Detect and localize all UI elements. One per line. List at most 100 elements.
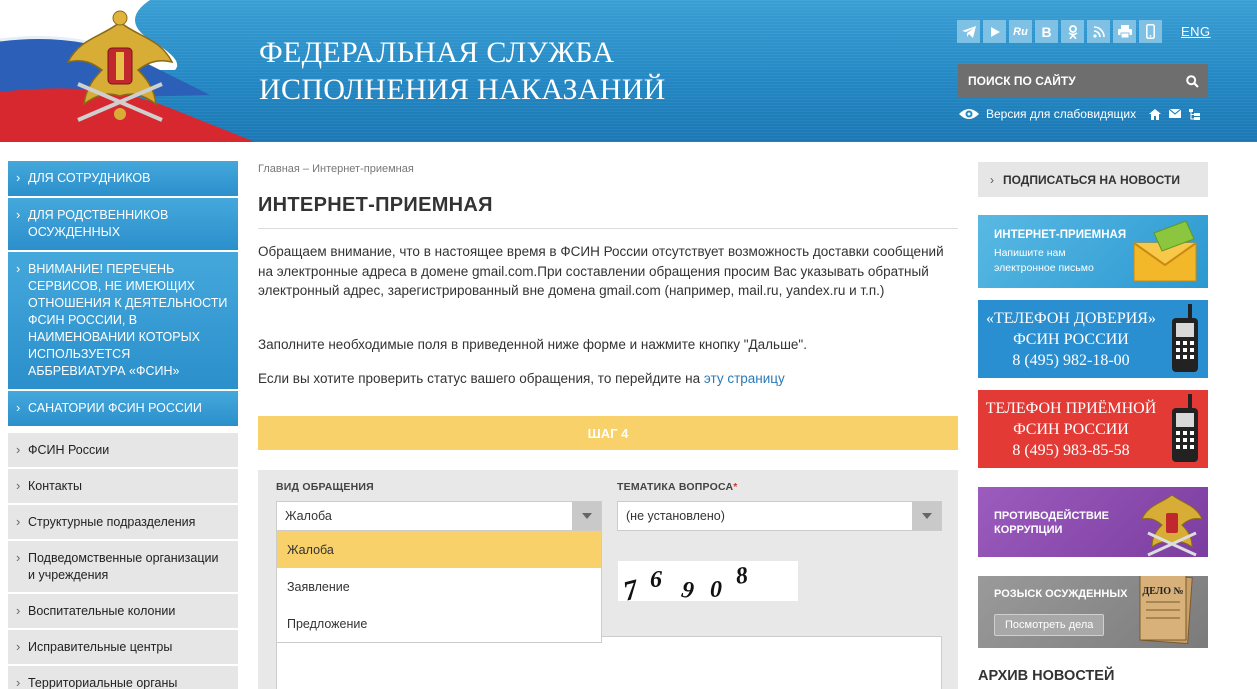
page-title: ИНТЕРНЕТ-ПРИЕМНАЯ	[258, 194, 493, 216]
topic-select[interactable]: (не установлено)	[617, 501, 942, 531]
sidebar-item-label: Контакты	[28, 479, 82, 493]
odnoklassniki-icon[interactable]	[1061, 20, 1084, 43]
chevron-right-icon: ›	[990, 172, 994, 187]
fsin-emblem-icon	[1141, 494, 1203, 557]
reception-phone-title: ТЕЛЕФОН ПРИЁМНОЙ	[985, 400, 1157, 417]
reception-banner-subtitle: Напишите нам электронное письмо	[994, 247, 1094, 274]
captcha-char: 6	[650, 567, 662, 593]
mobile-icon[interactable]	[1139, 20, 1162, 43]
sidebar-item-fake-services-warning[interactable]: ВНИМАНИЕ! ПЕРЕЧЕНЬ СЕРВИСОВ, НЕ ИМЕЮЩИХ …	[8, 252, 238, 391]
appeal-type-select[interactable]: Жалоба	[276, 501, 602, 531]
reception-phone-text: ТЕЛЕФОН ПРИЁМНОЙ ФСИН РОССИИ 8 (495) 983…	[978, 398, 1164, 461]
youtube-icon[interactable]	[983, 20, 1006, 43]
mail-icon[interactable]	[1169, 109, 1181, 118]
sitemap-icon[interactable]	[1189, 109, 1200, 120]
topic-value: (не установлено)	[626, 509, 725, 523]
anti-corruption-line2: КОРРУПЦИИ	[994, 524, 1063, 536]
mobile-phone-icon	[1172, 304, 1198, 372]
sidebar-item-structural-units[interactable]: Структурные подразделения	[8, 505, 238, 541]
anti-corruption-banner[interactable]: ПРОТИВОДЕЙСТВИЕ КОРРУПЦИИ	[978, 487, 1208, 557]
rutube-icon[interactable]: Ru	[1009, 20, 1032, 43]
social-links: Ru B	[957, 20, 1162, 43]
appeal-type-label: ВИД ОБРАЩЕНИЯ	[276, 481, 374, 493]
breadcrumb[interactable]: Главная – Интернет-приемная	[258, 163, 414, 175]
form-instruction: Заполните необходимые поля в приведенной…	[258, 337, 807, 352]
sidebar-item-label: Воспитательные колонии	[28, 604, 176, 618]
sidebar-item-label: Структурные подразделения	[28, 515, 196, 529]
subscribe-news-button[interactable]: › ПОДПИСАТЬСЯ НА НОВОСТИ	[978, 162, 1208, 197]
sidebar-item-label: Подведомственные организации и учреждени…	[28, 551, 219, 582]
sidebar-item-sanatoriums[interactable]: САНАТОРИИ ФСИН РОССИИ	[8, 391, 238, 428]
sidebar-item-juvenile-colonies[interactable]: Воспитательные колонии	[8, 594, 238, 630]
eye-icon	[959, 109, 979, 119]
sidebar-item-subordinate-orgs[interactable]: Подведомственные организации и учреждени…	[8, 541, 238, 594]
captcha-char: 0	[710, 577, 722, 601]
sidebar-item-for-relatives[interactable]: ДЛЯ РОДСТВЕННИКОВ ОСУЖДЕННЫХ	[8, 198, 238, 252]
required-marker: *	[733, 481, 738, 493]
topic-label: ТЕМАТИКА ВОПРОСА*	[617, 481, 738, 493]
sidebar-item-correctional-centers[interactable]: Исправительные центры	[8, 630, 238, 666]
sidebar-item-label: ФСИН России	[28, 443, 110, 457]
step-indicator: ШАГ 4	[258, 416, 958, 450]
appeal-type-value: Жалоба	[285, 509, 332, 523]
rss-icon[interactable]	[1087, 20, 1110, 43]
low-vision-label: Версия для слабовидящих	[986, 107, 1137, 121]
chevron-down-icon[interactable]	[912, 502, 941, 530]
reception-banner-title: ИНТЕРНЕТ-ПРИЕМНАЯ	[994, 229, 1127, 241]
sidebar-item-label: САНАТОРИИ ФСИН РОССИИ	[28, 401, 202, 415]
telegram-icon[interactable]	[957, 20, 980, 43]
captcha-image: 7 6 9 0 8	[618, 561, 798, 601]
reception-phone-number: 8 (495) 983-85-58	[1012, 442, 1130, 459]
option-proposal[interactable]: Предложение	[277, 605, 601, 642]
case-folder-icon: ДЕЛО №	[1139, 576, 1193, 645]
status-check-link[interactable]: эту страницу	[704, 371, 785, 386]
folder-label: ДЕЛО №	[1142, 586, 1183, 597]
chevron-down-icon[interactable]	[572, 502, 601, 530]
low-vision-version-link[interactable]: Версия для слабовидящих	[958, 107, 1136, 121]
print-icon[interactable]	[1113, 20, 1136, 43]
status-check-line: Если вы хотите проверить статус вашего о…	[258, 369, 948, 389]
trust-hotline-banner[interactable]: «ТЕЛЕФОН ДОВЕРИЯ» ФСИН РОССИИ 8 (495) 98…	[978, 300, 1208, 378]
rutube-label: Ru	[1013, 25, 1028, 38]
internet-reception-banner[interactable]: ИНТЕРНЕТ-ПРИЕМНАЯ Напишите нам электронн…	[978, 215, 1208, 288]
trust-title: «ТЕЛЕФОН ДОВЕРИЯ»	[986, 310, 1156, 327]
appeal-text-field[interactable]	[276, 636, 942, 689]
sidebar-item-label: Территориальные органы	[28, 676, 178, 689]
home-icon[interactable]	[1149, 109, 1161, 120]
reception-phone-banner[interactable]: ТЕЛЕФОН ПРИЁМНОЙ ФСИН РОССИИ 8 (495) 983…	[978, 390, 1208, 468]
wanted-title: РОЗЫСК ОСУЖДЕННЫХ	[994, 588, 1128, 600]
appeal-type-options: Жалоба Заявление Предложение	[276, 530, 602, 643]
header-quick-links	[1149, 109, 1200, 120]
site-title[interactable]: ФЕДЕРАЛЬНАЯ СЛУЖБА ИСПОЛНЕНИЯ НАКАЗАНИЙ	[259, 34, 666, 108]
sidebar-item-label: ДЛЯ РОДСТВЕННИКОВ ОСУЖДЕННЫХ	[28, 208, 169, 239]
site-title-line1: ФЕДЕРАЛЬНАЯ СЛУЖБА	[259, 36, 615, 69]
sidebar-main-menu: ФСИН России Контакты Структурные подразд…	[8, 433, 238, 689]
subscribe-label: ПОДПИСАТЬСЯ НА НОВОСТИ	[1003, 172, 1181, 187]
sidebar-item-fsin-russia[interactable]: ФСИН России	[8, 433, 238, 469]
sidebar-highlight-menu: ДЛЯ СОТРУДНИКОВ ДЛЯ РОДСТВЕННИКОВ ОСУЖДЕ…	[8, 161, 238, 428]
site-header: ФЕДЕРАЛЬНАЯ СЛУЖБА ИСПОЛНЕНИЯ НАКАЗАНИЙ …	[0, 0, 1257, 142]
title-divider	[258, 228, 958, 229]
vk-icon[interactable]: B	[1035, 20, 1058, 43]
anti-corruption-text: ПРОТИВОДЕЙСТВИЕ КОРРУПЦИИ	[994, 509, 1109, 537]
lang-switch-eng[interactable]: ENG	[1181, 24, 1211, 39]
appeal-form: ВИД ОБРАЩЕНИЯ Жалоба ТЕМАТИКА ВОПРОСА* (…	[258, 470, 958, 689]
topic-label-text: ТЕМАТИКА ВОПРОСА	[617, 481, 734, 493]
sidebar-item-contacts[interactable]: Контакты	[8, 469, 238, 505]
search-input[interactable]	[958, 64, 1176, 98]
option-complaint[interactable]: Жалоба	[277, 531, 601, 568]
view-cases-button[interactable]: Посмотреть дела	[994, 614, 1105, 636]
wanted-convicts-banner[interactable]: РОЗЫСК ОСУЖДЕННЫХ Посмотреть дела ДЕЛО №	[978, 576, 1208, 648]
sidebar-item-territorial-bodies[interactable]: Территориальные органы	[8, 666, 238, 689]
trust-subtitle: ФСИН РОССИИ	[1013, 331, 1129, 348]
search-icon[interactable]	[1176, 64, 1208, 98]
trust-hotline-text: «ТЕЛЕФОН ДОВЕРИЯ» ФСИН РОССИИ 8 (495) 98…	[978, 308, 1164, 371]
envelope-icon	[1133, 220, 1197, 282]
sidebar-item-for-employees[interactable]: ДЛЯ СОТРУДНИКОВ	[8, 161, 238, 198]
option-statement[interactable]: Заявление	[277, 568, 601, 605]
sidebar-item-label: Исправительные центры	[28, 640, 173, 654]
sidebar-item-label: ВНИМАНИЕ! ПЕРЕЧЕНЬ СЕРВИСОВ, НЕ ИМЕЮЩИХ …	[28, 262, 228, 378]
site-title-line2: ИСПОЛНЕНИЯ НАКАЗАНИЙ	[259, 73, 666, 106]
mobile-phone-icon	[1172, 394, 1198, 462]
news-archive-heading[interactable]: АРХИВ НОВОСТЕЙ	[978, 668, 1114, 684]
